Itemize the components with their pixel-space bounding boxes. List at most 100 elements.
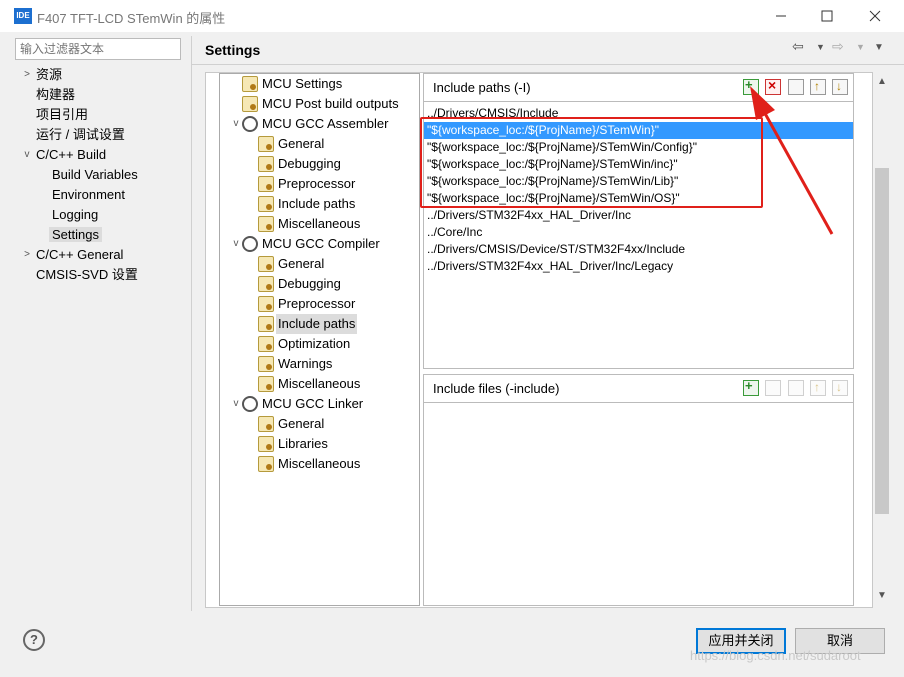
- tool-settings-tree: MCU Settings MCU Post build outputs v MCU…: [219, 73, 420, 606]
- doc-icon: [258, 296, 274, 312]
- gear-icon: [242, 396, 258, 412]
- tool-tree-item[interactable]: Preprocessor: [258, 294, 357, 314]
- add-file-icon[interactable]: [743, 378, 759, 396]
- chevron-down-icon[interactable]: v: [21, 145, 33, 165]
- add-path-icon[interactable]: [743, 77, 759, 95]
- delete-file-icon[interactable]: [765, 380, 781, 396]
- list-item[interactable]: ../Drivers/STM32F4xx_HAL_Driver/Inc/Lega…: [424, 258, 853, 275]
- tool-tree-item[interactable]: Miscellaneous: [258, 214, 362, 234]
- move-up-icon[interactable]: [810, 79, 826, 95]
- delete-path-icon[interactable]: [765, 77, 781, 95]
- close-icon: [869, 10, 881, 22]
- tool-tree-item[interactable]: MCU Post build outputs: [242, 94, 401, 114]
- include-paths-toolbar: [743, 77, 848, 97]
- property-navigation-tree: > 资源 构建器 项目引用 运行 / 调试设置 v C/C++ Build Buil…: [0, 64, 190, 614]
- tool-tree-item[interactable]: MCU Settings: [242, 74, 344, 94]
- close-button[interactable]: [852, 0, 898, 32]
- nav-item-project-references[interactable]: 项目引用: [36, 105, 88, 125]
- tool-tree-item[interactable]: Debugging: [258, 274, 343, 294]
- edit-file-icon[interactable]: [788, 380, 804, 396]
- doc-icon: [258, 356, 274, 372]
- title-bar: IDE F407 TFT-LCD STemWin 的属性: [0, 0, 904, 32]
- tool-tree-item[interactable]: Warnings: [258, 354, 334, 374]
- doc-icon: [258, 196, 274, 212]
- tool-tree-item[interactable]: General: [258, 254, 326, 274]
- move-down-icon[interactable]: [832, 79, 848, 95]
- tool-tree-item[interactable]: Libraries: [258, 434, 330, 454]
- minimize-button[interactable]: [758, 0, 804, 32]
- chevron-down-icon[interactable]: v: [230, 234, 242, 254]
- nav-item-environment[interactable]: Environment: [52, 185, 125, 205]
- gear-icon: [242, 236, 258, 252]
- nav-item-cpp-build[interactable]: v C/C++ Build: [25, 145, 107, 165]
- maximize-button[interactable]: [804, 0, 850, 32]
- filter-input[interactable]: [15, 38, 181, 60]
- tool-tree-item[interactable]: v MCU GCC Assembler: [234, 114, 390, 134]
- include-files-title: Include files (-include): [433, 381, 560, 396]
- tool-tree-item[interactable]: v MCU GCC Linker: [234, 394, 365, 414]
- pane-divider[interactable]: [191, 36, 192, 611]
- tool-tree-item[interactable]: Optimization: [258, 334, 352, 354]
- chevron-right-icon[interactable]: >: [21, 65, 33, 85]
- history-navigation: ⇦ ▼ ⇨ ▼ ▼: [790, 38, 890, 60]
- back-dropdown-icon[interactable]: ▼: [816, 42, 825, 52]
- move-up-icon[interactable]: [810, 380, 826, 396]
- forward-dropdown-icon[interactable]: ▼: [856, 42, 865, 52]
- properties-dialog: IDE F407 TFT-LCD STemWin 的属性 >资源 构建器 项目引…: [0, 0, 904, 677]
- nav-item-cmsis-svd-settings[interactable]: CMSIS-SVD 设置: [36, 265, 138, 285]
- doc-icon: [258, 376, 274, 392]
- nav-item-logging[interactable]: Logging: [52, 205, 98, 225]
- nav-item-settings[interactable]: Settings: [49, 225, 102, 245]
- vertical-scrollbar[interactable]: ▲ ▼: [873, 72, 891, 608]
- help-icon[interactable]: ?: [23, 629, 45, 651]
- tool-tree-item[interactable]: Debugging: [258, 154, 343, 174]
- doc-icon: [258, 136, 274, 152]
- nav-item-cpp-general[interactable]: > C/C++ General: [24, 245, 123, 265]
- doc-icon: [258, 276, 274, 292]
- edit-path-icon[interactable]: [788, 79, 804, 95]
- doc-icon: [258, 316, 274, 332]
- list-item[interactable]: ../Drivers/STM32F4xx_HAL_Driver/Inc: [424, 207, 853, 224]
- maximize-icon: [821, 10, 833, 22]
- doc-icon: [258, 336, 274, 352]
- include-files-header: Include files (-include): [424, 375, 853, 403]
- move-down-icon[interactable]: [832, 380, 848, 396]
- watermark: https://blog.csdn.net/sudaroot: [690, 648, 861, 663]
- view-menu-icon[interactable]: ▼: [874, 42, 884, 53]
- scrollbar-thumb[interactable]: [875, 168, 889, 514]
- forward-arrow-icon[interactable]: ⇨: [832, 38, 844, 55]
- minimize-icon: [776, 15, 786, 17]
- tool-tree-item[interactable]: Miscellaneous: [258, 454, 362, 474]
- chevron-down-icon[interactable]: v: [230, 114, 242, 134]
- nav-item-build-variables[interactable]: Build Variables: [52, 165, 138, 185]
- doc-icon: [258, 176, 274, 192]
- scroll-up-icon[interactable]: ▲: [877, 76, 887, 87]
- nav-item-resource[interactable]: > 资源: [24, 65, 62, 85]
- chevron-down-icon[interactable]: v: [230, 394, 242, 414]
- annotation-highlight-box: [420, 117, 763, 208]
- scroll-down-icon[interactable]: ▼: [877, 590, 887, 601]
- chevron-right-icon[interactable]: >: [21, 245, 33, 265]
- nav-item-builders[interactable]: 构建器: [36, 85, 75, 105]
- tool-tree-item[interactable]: v MCU GCC Compiler: [234, 234, 382, 254]
- doc-icon: [258, 216, 274, 232]
- tool-tree-item[interactable]: Include paths: [258, 194, 357, 214]
- header-divider: [192, 64, 904, 65]
- page-title: Settings: [205, 42, 261, 58]
- tool-tree-item[interactable]: Preprocessor: [258, 174, 357, 194]
- doc-icon: [258, 156, 274, 172]
- doc-icon: [258, 416, 274, 432]
- list-item[interactable]: ../Core/Inc: [424, 224, 853, 241]
- include-paths-header: Include paths (-I): [424, 74, 853, 102]
- tool-tree-item[interactable]: Miscellaneous: [258, 374, 362, 394]
- doc-icon: [258, 436, 274, 452]
- include-files-toolbar: [743, 378, 848, 398]
- tool-tree-item[interactable]: General: [258, 414, 326, 434]
- list-item[interactable]: ../Drivers/CMSIS/Device/ST/STM32F4xx/Inc…: [424, 241, 853, 258]
- tool-tree-item[interactable]: General: [258, 134, 326, 154]
- tool-tree-item-selected[interactable]: Include paths: [258, 314, 358, 334]
- nav-item-run-debug-settings[interactable]: 运行 / 调试设置: [36, 125, 125, 145]
- window-title: F407 TFT-LCD STemWin 的属性: [37, 11, 226, 26]
- doc-icon: [242, 96, 258, 112]
- back-arrow-icon[interactable]: ⇦: [792, 38, 804, 55]
